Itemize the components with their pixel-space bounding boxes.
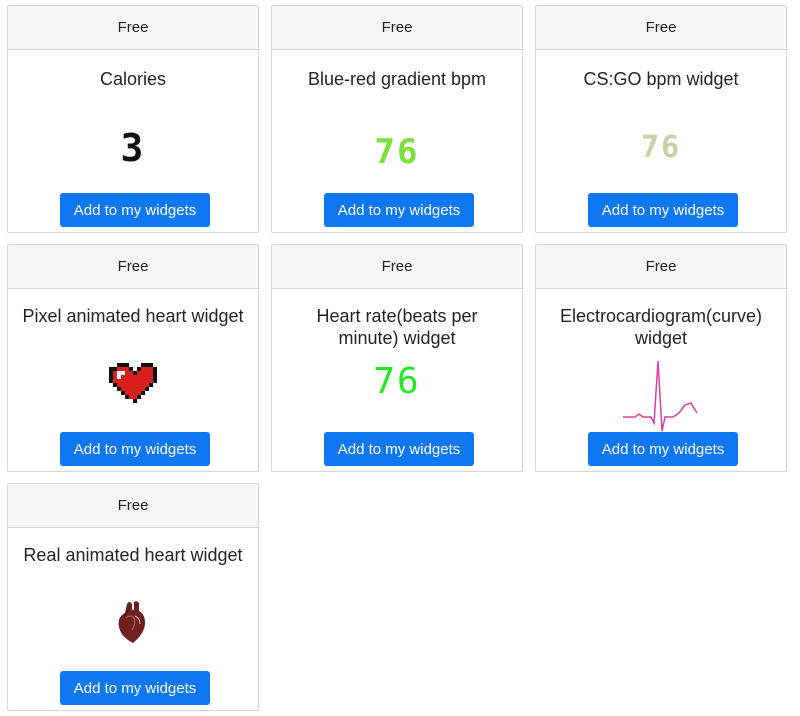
price-badge: Free bbox=[8, 245, 258, 289]
heart-rate-value: 76 bbox=[373, 361, 421, 402]
widget-title: Heart rate(beats per minute) widget bbox=[316, 306, 478, 348]
anatomical-heart-icon bbox=[8, 600, 258, 649]
widget-title: Real animated heart widget bbox=[23, 545, 243, 565]
csgo-bpm-value: 76 bbox=[640, 130, 682, 165]
price-badge: Free bbox=[272, 245, 522, 289]
pixel-heart-icon bbox=[8, 363, 258, 412]
calories-value: 3 bbox=[120, 126, 146, 170]
price-badge: Free bbox=[8, 484, 258, 528]
add-to-my-widgets-button[interactable]: Add to my widgets bbox=[60, 671, 210, 705]
widget-title: Pixel animated heart widget bbox=[22, 306, 244, 326]
add-to-my-widgets-button[interactable]: Add to my widgets bbox=[324, 432, 474, 466]
widget-card-blue-red-gradient-bpm: Free Blue-red gradient bpm 76 Add to my … bbox=[271, 5, 523, 233]
add-to-my-widgets-button[interactable]: Add to my widgets bbox=[324, 193, 474, 227]
widget-title: CS:GO bpm widget bbox=[583, 69, 739, 89]
add-to-my-widgets-button[interactable]: Add to my widgets bbox=[588, 432, 738, 466]
price-badge: Free bbox=[536, 6, 786, 50]
add-to-my-widgets-button[interactable]: Add to my widgets bbox=[60, 193, 210, 227]
ecg-curve-icon bbox=[536, 359, 786, 440]
add-to-my-widgets-button[interactable]: Add to my widgets bbox=[588, 193, 738, 227]
gradient-bpm-value: 76 bbox=[374, 132, 420, 172]
widget-title: Blue-red gradient bpm bbox=[307, 69, 487, 89]
price-badge: Free bbox=[536, 245, 786, 289]
widget-card-heart-rate: Free Heart rate(beats per minute) widget… bbox=[271, 244, 523, 472]
add-to-my-widgets-button[interactable]: Add to my widgets bbox=[60, 432, 210, 466]
widget-card-csgo-bpm: Free CS:GO bpm widget 76 Add to my widge… bbox=[535, 5, 787, 233]
widget-card-calories: Free Calories 3 Add to my widgets bbox=[7, 5, 259, 233]
price-badge: Free bbox=[8, 6, 258, 50]
widget-title: Calories bbox=[99, 69, 167, 89]
widget-card-electrocardiogram: Free Electrocardiogram(curve) widget Add… bbox=[535, 244, 787, 472]
widget-card-real-heart: Free Real animated heart widget Add to m… bbox=[7, 483, 259, 711]
price-badge: Free bbox=[272, 6, 522, 50]
widget-card-pixel-heart: Free Pixel animated heart widget Add to … bbox=[7, 244, 259, 472]
widget-title: Electrocardiogram(curve) widget bbox=[559, 306, 763, 348]
